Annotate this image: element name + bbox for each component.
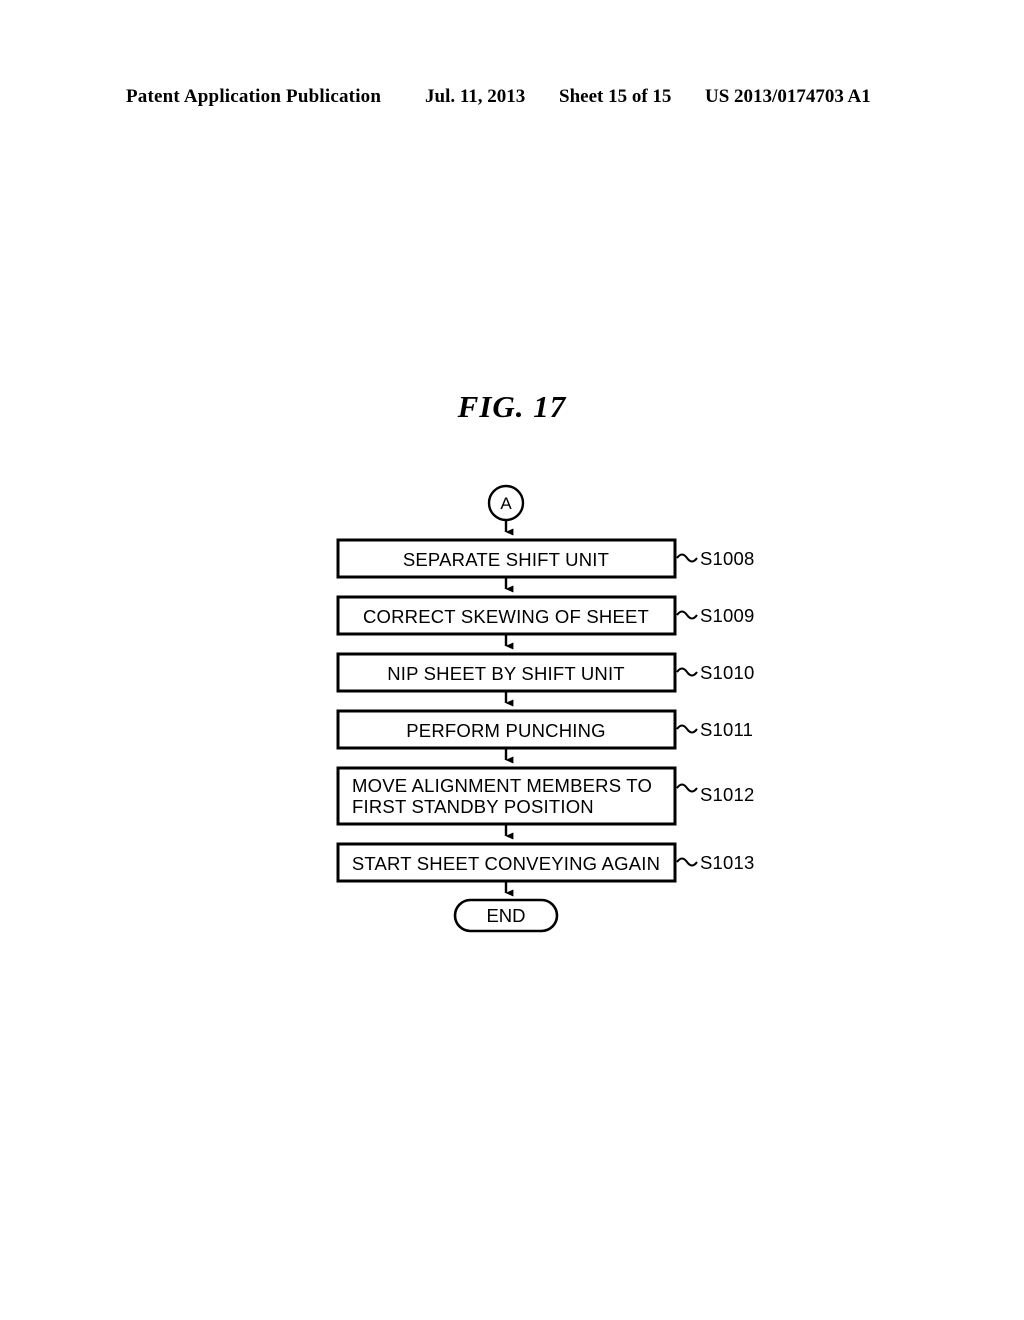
flow-step-s1010-text: NIP SHEET BY SHIFT UNIT — [387, 663, 625, 684]
flow-step-s1013-label: S1013 — [700, 852, 755, 873]
flow-step-s1012: MOVE ALIGNMENT MEMBERS TO FIRST STANDBY … — [336, 766, 755, 826]
flow-step-s1008: SEPARATE SHIFT UNIT S1008 — [336, 538, 755, 579]
flow-step-s1011-text: PERFORM PUNCHING — [406, 720, 606, 741]
leader-squiggle-s1009 — [676, 610, 698, 620]
flowchart-figure: A SEPARATE SHIFT UNIT S1008 CORRECT SKEW… — [0, 0, 1024, 1320]
flow-terminator-end: END — [453, 898, 559, 933]
flow-step-s1011: PERFORM PUNCHING S1011 — [336, 709, 753, 750]
flow-step-s1012-text-line2: FIRST STANDBY POSITION — [352, 796, 594, 817]
leader-squiggle-s1013 — [676, 857, 698, 867]
leader-squiggle-s1010 — [676, 667, 698, 677]
flow-step-s1013-text: START SHEET CONVEYING AGAIN — [352, 853, 660, 874]
flow-step-s1013: START SHEET CONVEYING AGAIN S1013 — [336, 842, 755, 883]
flow-step-s1008-label: S1008 — [700, 548, 755, 569]
leader-squiggle-s1008 — [676, 553, 698, 563]
flow-step-s1012-text-line1: MOVE ALIGNMENT MEMBERS TO — [352, 775, 652, 796]
flow-step-s1010: NIP SHEET BY SHIFT UNIT S1010 — [336, 652, 755, 693]
flow-terminator-end-label: END — [486, 905, 525, 926]
flow-step-s1009-label: S1009 — [700, 605, 755, 626]
flow-step-s1008-text: SEPARATE SHIFT UNIT — [403, 549, 609, 570]
leader-squiggle-s1012 — [676, 783, 698, 793]
connector-node-a: A — [487, 484, 525, 522]
flow-step-s1010-label: S1010 — [700, 662, 755, 683]
flow-step-s1012-label: S1012 — [700, 784, 755, 805]
flow-step-s1011-label: S1011 — [700, 719, 753, 740]
flow-step-s1009: CORRECT SKEWING OF SHEET S1009 — [336, 595, 755, 636]
connector-node-a-label: A — [500, 494, 512, 513]
leader-squiggle-s1011 — [676, 724, 698, 734]
flow-step-s1009-text: CORRECT SKEWING OF SHEET — [363, 606, 649, 627]
